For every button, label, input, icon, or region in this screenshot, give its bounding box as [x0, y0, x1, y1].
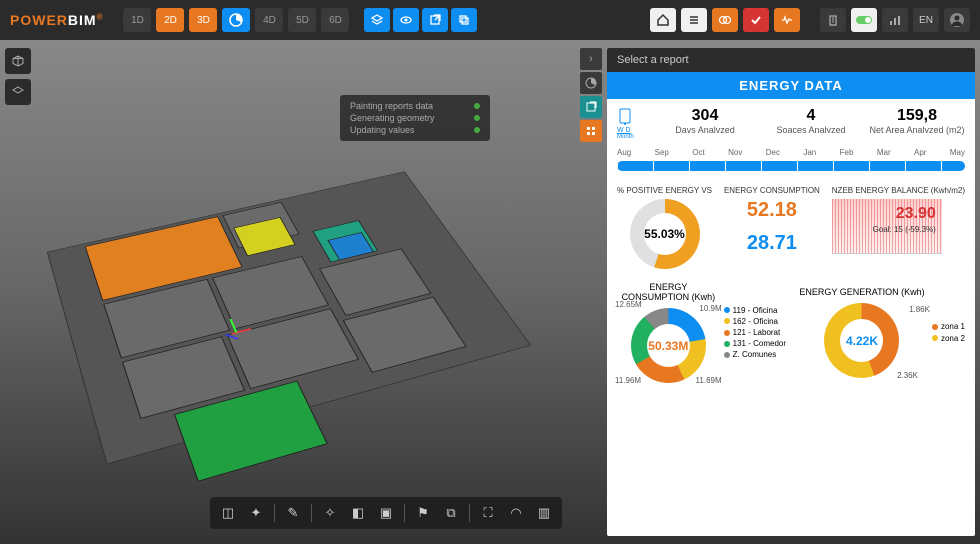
overlap-icon[interactable]: [712, 8, 738, 32]
metric-spaces: 4Soaces Analvzed: [763, 107, 859, 140]
tab-grid[interactable]: [580, 120, 602, 142]
bt-wand[interactable]: ✧: [320, 503, 340, 523]
report-panel: Select a report ENERGY DATA W D Month 30…: [607, 48, 975, 536]
generation-legend: zona 1 zona 2: [932, 321, 965, 343]
positive-energy-gauge: % POSITIVE ENERGY VS 55.03%: [617, 186, 712, 269]
bt-folder[interactable]: ▣: [376, 503, 396, 523]
building-icon[interactable]: [820, 8, 846, 32]
bt-cube[interactable]: ◫: [218, 503, 238, 523]
energy-consumption-values: ENERGY CONSUMPTION 52.18 28.71: [724, 186, 820, 269]
tab-chevron[interactable]: ›: [580, 48, 602, 70]
left-sidebar: [5, 48, 31, 105]
list-icon[interactable]: [681, 8, 707, 32]
bt-person[interactable]: ✦: [246, 503, 266, 523]
layers-icon[interactable]: [364, 8, 390, 32]
metric-area: 159,8Net Area Analvzed (m2): [869, 107, 965, 140]
dim-4d[interactable]: 4D: [255, 8, 283, 32]
dim-pie-icon[interactable]: [222, 8, 250, 32]
app-logo: POWERBIM®: [10, 12, 103, 28]
copy-icon[interactable]: [451, 8, 477, 32]
dim-5d[interactable]: 5D: [288, 8, 316, 32]
generation-donut: ENERGY GENERATION (Kwh) 1.86K 4.22K 2.36…: [796, 282, 965, 383]
dim-1d[interactable]: 1D: [123, 8, 151, 32]
top-toolbar: POWERBIM® 1D 2D 3D 4D 5D 6D EN: [0, 0, 980, 40]
time-selector[interactable]: W D Month: [617, 107, 647, 140]
bottom-toolbar: ◫ ✦ ✎ ✧ ◧ ▣ ⚑ ⧉ ⛶ ◠ ▥: [210, 497, 562, 529]
pulse-icon[interactable]: [774, 8, 800, 32]
bt-copy[interactable]: ⧉: [441, 503, 461, 523]
check-icon[interactable]: [743, 8, 769, 32]
toggle-icon[interactable]: [851, 8, 877, 32]
status-overlay: Painting reports data Generating geometr…: [340, 95, 490, 141]
bars-icon[interactable]: [882, 8, 908, 32]
dim-2d[interactable]: 2D: [156, 8, 184, 32]
dim-6d[interactable]: 6D: [321, 8, 349, 32]
panel-header[interactable]: Select a report: [607, 48, 975, 72]
user-icon[interactable]: [944, 8, 970, 32]
external-icon[interactable]: [422, 8, 448, 32]
bt-expand[interactable]: ⛶: [478, 503, 498, 523]
metric-days: 304Davs Analvzed: [657, 107, 753, 140]
right-tabs: ›: [580, 48, 602, 142]
consumption-donut: ENERGY CONSUMPTION (Kwh) 12.65M 10.9M 50…: [617, 282, 786, 383]
timeline-slider[interactable]: [617, 161, 965, 171]
dim-3d[interactable]: 3D: [189, 8, 217, 32]
layers2-icon[interactable]: [5, 79, 31, 105]
bt-arc[interactable]: ◠: [506, 503, 526, 523]
bt-box[interactable]: ◧: [348, 503, 368, 523]
tab-external[interactable]: [580, 96, 602, 118]
bt-chart[interactable]: ▥: [534, 503, 554, 523]
timeline-labels: AugSepOctNovDecJanFebMarAprMay: [607, 148, 975, 161]
eye-icon[interactable]: [393, 8, 419, 32]
nzeb-balance: NZEB ENERGY BALANCE (Kwh/m2) 23.90 Goal:…: [832, 186, 965, 269]
consumption-legend: 119 - Oficina 162 - Oficina 121 - Labora…: [724, 305, 786, 361]
lang-button[interactable]: EN: [913, 8, 939, 32]
home-icon[interactable]: [650, 8, 676, 32]
bt-tree[interactable]: ⚑: [413, 503, 433, 523]
cube-icon[interactable]: [5, 48, 31, 74]
energy-title: ENERGY DATA: [607, 72, 975, 99]
tab-pie[interactable]: [580, 72, 602, 94]
bt-pencil[interactable]: ✎: [283, 503, 303, 523]
